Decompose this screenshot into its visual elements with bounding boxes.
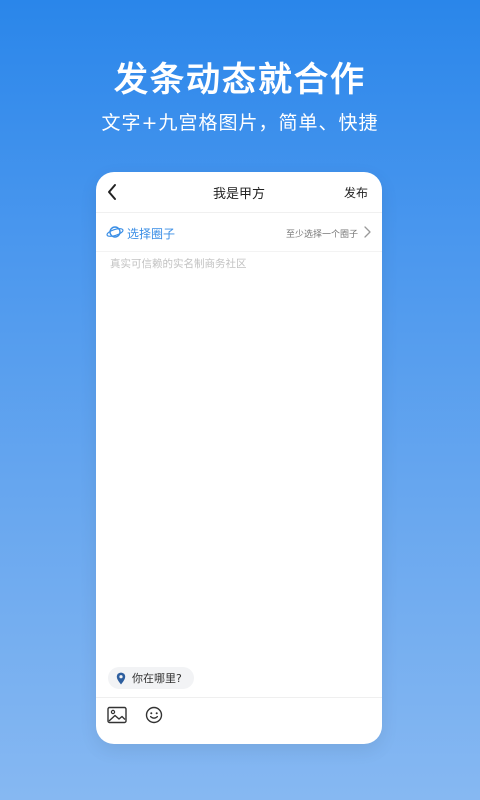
location-pin-icon	[116, 672, 126, 684]
select-circle-hint: 至少选择一个圈子	[285, 230, 358, 240]
publish-button[interactable]: 发布	[344, 184, 368, 201]
nav-bar: 我是甲方 发布	[96, 172, 382, 213]
chevron-right-icon	[364, 226, 371, 238]
promo-headline: 发条动态就合作	[114, 60, 366, 100]
promo-subheadline: 文字+九宫格图片，简单、快捷	[101, 112, 379, 134]
page-title: 我是甲方	[212, 187, 265, 202]
toolbar-divider	[96, 697, 382, 698]
location-label: 你在哪里?	[132, 672, 182, 685]
emoji-icon[interactable]	[145, 706, 163, 724]
select-circle-row[interactable]: 选择圈子 至少选择一个圈子	[96, 213, 382, 252]
select-circle-label: 选择圈子	[127, 227, 176, 241]
location-button[interactable]: 你在哪里?	[108, 667, 194, 689]
post-content-input[interactable]	[110, 256, 368, 656]
planet-icon	[106, 226, 124, 238]
phone-screen: 我是甲方 发布 选择圈子 至少选择一个圈子 你在哪里?	[96, 172, 382, 744]
image-icon[interactable]	[107, 706, 127, 724]
